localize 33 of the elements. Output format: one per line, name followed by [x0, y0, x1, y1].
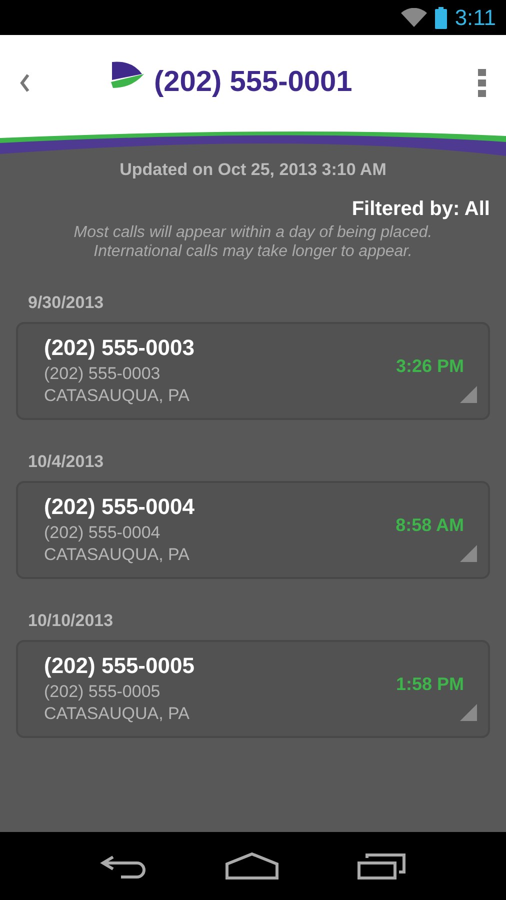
home-icon[interactable] — [225, 852, 279, 880]
call-name: (202) 555-0003 — [44, 335, 196, 361]
date-header: 9/30/2013 — [28, 293, 105, 313]
back-icon[interactable] — [99, 853, 147, 879]
call-number: (202) 555-0003 — [44, 363, 162, 385]
call-time: 8:58 AM — [396, 514, 464, 536]
info-note: Most calls will appear within a day of being placed. International calls may take longer to appear. — [72, 223, 434, 261]
call-location: CATASAUQUA, PA — [44, 385, 190, 407]
call-time: 3:26 PM — [396, 356, 464, 376]
corner-triangle-icon — [460, 704, 477, 721]
call-name: (202) 555-0004 — [44, 494, 196, 520]
call-time: 1:58 PM — [396, 674, 464, 694]
call-location: CATASAUQUA, PA — [44, 703, 190, 725]
call-card[interactable]: (202) 555-0005 (202) 555-0005 CATASAUQUA, PA 1:58 PM — [16, 640, 490, 738]
date-header: 10/4/2013 — [28, 452, 105, 472]
corner-triangle-icon — [460, 386, 477, 403]
call-name: (202) 555-0005 — [44, 653, 196, 679]
back-icon[interactable] — [20, 74, 30, 92]
call-number: (202) 555-0004 — [44, 522, 162, 544]
recent-apps-icon[interactable] — [357, 852, 407, 880]
call-card[interactable]: (202) 555-0004 (202) 555-0004 CATASAUQUA, PA 8:58 AM — [16, 481, 490, 579]
overflow-menu-icon[interactable] — [478, 68, 486, 96]
call-number: (202) 555-0005 — [44, 681, 162, 703]
header-title: (202) 555-0001 — [154, 66, 354, 99]
updated-text: Updated on Oct 25, 2013 3:10 AM — [118, 160, 388, 180]
corner-triangle-icon — [460, 545, 477, 562]
call-location: CATASAUQUA, PA — [44, 544, 190, 566]
call-card[interactable]: (202) 555-0003 (202) 555-0003 CATASAUQUA, PA 3:26 PM — [16, 322, 490, 420]
date-header: 10/10/2013 — [28, 611, 114, 631]
wifi-icon — [400, 8, 427, 28]
status-time: 3:11 — [454, 4, 496, 30]
filter-label[interactable]: Filtered by: All — [352, 198, 490, 221]
battery-icon — [434, 6, 447, 28]
